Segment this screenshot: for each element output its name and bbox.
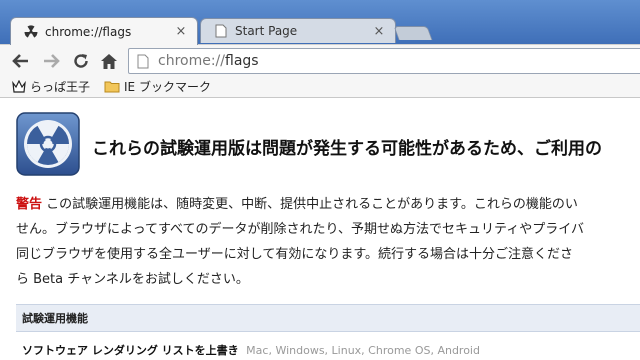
warning-line: ら Beta チャンネルをお試しください。 [16,272,249,287]
experiment-name: ソフトウェア レンダリング リストを上書き [22,344,239,357]
warning-paragraph: 警告 この試験運用機能は、随時変更、中断、提供中止されることがあります。これらの… [16,192,640,292]
tab-start-page[interactable]: Start Page × [200,18,396,43]
new-tab-button[interactable] [393,26,433,40]
toolbar: chrome://flags [0,44,640,76]
experiments-section-header: 試験運用機能 [16,304,640,332]
home-button[interactable] [98,50,120,72]
warning-line: 同じブラウザを使用する全ユーザーに対して有効になります。続行する場合は十分ご注意… [16,247,574,262]
page-title: これらの試験運用版は問題が発生する可能性があるため、ご利用の [92,139,602,159]
bookmark-label: らっぱ王子 [30,80,91,94]
page-icon [137,54,151,69]
close-icon[interactable]: × [373,24,385,39]
radiation-warning-icon [16,112,80,176]
close-icon[interactable]: × [175,24,187,39]
address-bar[interactable]: chrome://flags [128,48,640,74]
section-title: 試験運用機能 [22,312,88,325]
reload-button[interactable] [70,50,92,72]
forward-arrow-icon [44,54,60,68]
home-icon [101,53,117,69]
browser-window: chrome://flags × Start Page × chrome://f… [0,0,640,360]
warning-label: 警告 [16,197,43,212]
page-content: これらの試験運用版は問題が発生する可能性があるため、ご利用の 警告 この試験運用… [0,99,640,360]
experiment-platforms: Mac, Windows, Linux, Chrome OS, Android [246,344,480,357]
tab-strip: chrome://flags × Start Page × [0,0,640,45]
crown-icon [12,80,26,93]
warning-line: せん。ブラウザによってすべてのデータが削除されたり、予期せぬ方法でセキュリティや… [16,222,584,237]
reload-icon [74,54,88,68]
radiation-icon [23,24,39,40]
tab-flags[interactable]: chrome://flags × [10,17,198,45]
folder-icon [104,80,120,93]
warning-text: この試験運用機能は、随時変更、中断、提供中止されることがあります。これらの機能の… [42,197,578,212]
bookmark-label: IE ブックマーク [124,80,211,94]
url-scheme: chrome:// [158,53,225,69]
back-button[interactable] [10,50,32,72]
tab-title: chrome://flags [45,24,132,39]
forward-button[interactable] [40,50,62,72]
url-path: flags [225,53,259,69]
url-text[interactable]: chrome://flags [158,53,259,69]
bookmarks-bar: らっぱ王子 IE ブックマーク [0,76,640,98]
experiment-item: ソフトウェア レンダリング リストを上書き Mac, Windows, Linu… [22,342,480,358]
back-arrow-icon [12,54,28,68]
page-icon [213,23,229,39]
warning-line: 警告 この試験運用機能は、随時変更、中断、提供中止されることがあります。これらの… [16,192,640,217]
tab-title: Start Page [235,24,298,38]
bookmark-rappa-ouji[interactable]: らっぱ王子 [12,78,90,95]
bookmark-folder-ie[interactable]: IE ブックマーク [104,78,211,95]
